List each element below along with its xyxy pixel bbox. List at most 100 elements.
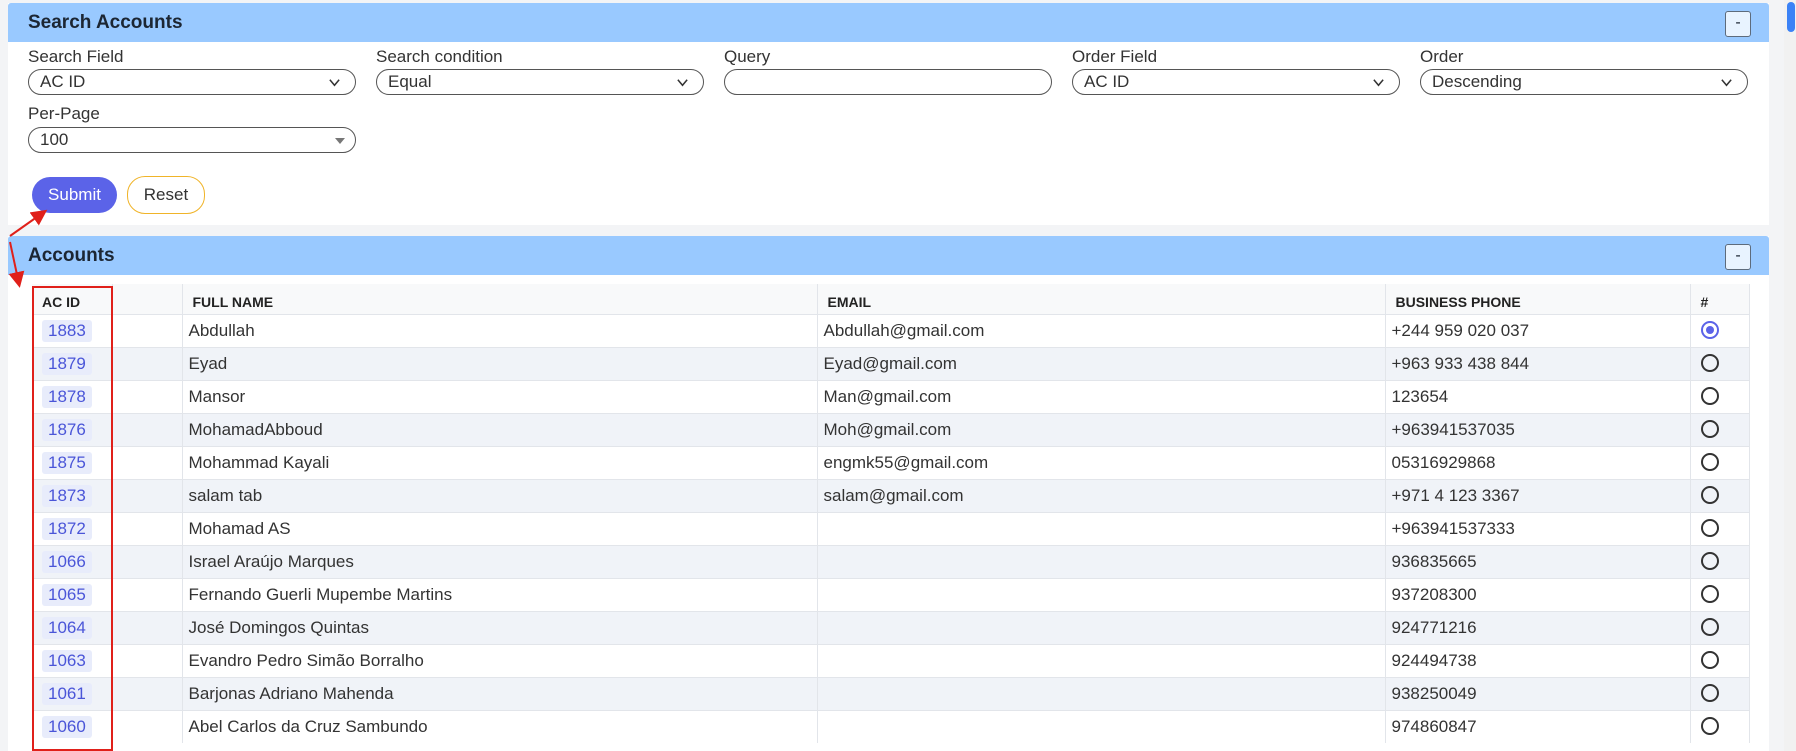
- ac-id-cell: 1060: [32, 709, 113, 743]
- ac-id-link[interactable]: 1883: [42, 319, 92, 342]
- business-phone-cell: +244 959 020 037: [1385, 313, 1691, 347]
- ac-id-link[interactable]: 1065: [42, 583, 92, 606]
- page-scrollbar[interactable]: [1784, 0, 1796, 751]
- full-name-cell: José Domingos Quintas: [182, 610, 818, 644]
- table-row[interactable]: 1872 Mohamad AS +963941537333: [32, 511, 1750, 545]
- search-field-value: AC ID: [40, 72, 86, 91]
- search-condition-select[interactable]: Equal: [376, 69, 704, 95]
- table-row[interactable]: 1061 Barjonas Adriano Mahenda 938250049: [32, 676, 1750, 710]
- row-select-radio[interactable]: [1700, 486, 1719, 504]
- row-select-radio[interactable]: [1700, 717, 1719, 736]
- table-row[interactable]: 1060 Abel Carlos da Cruz Sambundo 97486084…: [32, 709, 1750, 743]
- ac-id-cell: 1066: [32, 544, 113, 578]
- chevron-down-icon: [1373, 79, 1384, 87]
- table-row[interactable]: 1876 MohamadAbboud Moh@gmail.com +963941537…: [32, 412, 1750, 446]
- ac-id-link[interactable]: 1875: [42, 451, 92, 474]
- table-header-row: AC ID FULL NAME EMAIL BUSINESS PHONE #: [32, 284, 1750, 314]
- accounts-panel-collapse-button[interactable]: -: [1725, 244, 1751, 270]
- ac-id-link[interactable]: 1060: [42, 715, 92, 738]
- table-row[interactable]: 1064 José Domingos Quintas 924771216: [32, 610, 1750, 644]
- search-field-select[interactable]: AC ID: [28, 69, 356, 95]
- row-select-radio[interactable]: [1700, 618, 1719, 636]
- scrollbar-thumb[interactable]: [1787, 2, 1795, 32]
- order-field-select[interactable]: AC ID: [1072, 69, 1400, 95]
- business-phone-cell: 924771216: [1385, 610, 1691, 644]
- per-page-label: Per-Page: [28, 104, 100, 123]
- row-select-radio[interactable]: [1700, 585, 1719, 603]
- column-header-full-name[interactable]: FULL NAME: [182, 284, 818, 314]
- chevron-down-icon: [677, 79, 688, 87]
- table-row[interactable]: 1873 salam tab salam@gmail.com +971 4 123 3…: [32, 478, 1750, 512]
- ac-id-cell: 1061: [32, 676, 113, 710]
- reset-button[interactable]: Reset: [127, 176, 205, 214]
- ac-id-link[interactable]: 1878: [42, 385, 92, 408]
- email-cell: [817, 643, 1386, 677]
- column-header-ac-id[interactable]: AC ID: [32, 284, 113, 314]
- row-select-radio[interactable]: [1700, 420, 1719, 438]
- business-phone-cell: 974860847: [1385, 709, 1691, 743]
- blank-cell: [112, 346, 183, 380]
- row-select-radio[interactable]: [1700, 354, 1719, 372]
- table-row[interactable]: 1883 Abdullah Abdullah@gmail.com +244 959 0…: [32, 313, 1750, 347]
- table-row[interactable]: 1063 Evandro Pedro Simão Borralho 92449473…: [32, 643, 1750, 677]
- ac-id-link[interactable]: 1872: [42, 517, 92, 540]
- full-name-cell: Mansor: [182, 379, 818, 413]
- select-cell: [1690, 610, 1750, 644]
- column-header-business-phone[interactable]: BUSINESS PHONE: [1385, 284, 1691, 314]
- business-phone-cell: 05316929868: [1385, 445, 1691, 479]
- search-accounts-panel: Search Accounts - Search Field AC ID Sea…: [8, 3, 1769, 225]
- submit-button[interactable]: Submit: [32, 177, 117, 213]
- search-panel-collapse-button[interactable]: -: [1725, 11, 1751, 37]
- row-select-radio[interactable]: [1700, 519, 1719, 537]
- email-cell: [817, 544, 1386, 578]
- ac-id-cell: 1065: [32, 577, 113, 611]
- select-cell: [1690, 511, 1750, 545]
- query-input[interactable]: [724, 69, 1052, 95]
- row-select-radio[interactable]: [1700, 387, 1719, 405]
- dropdown-triangle-icon: [335, 138, 345, 144]
- row-select-radio[interactable]: [1700, 321, 1719, 339]
- table-row[interactable]: 1065 Fernando Guerli Mupembe Martins 93720…: [32, 577, 1750, 611]
- select-cell: [1690, 412, 1750, 446]
- full-name-cell: Mohammad Kayali: [182, 445, 818, 479]
- business-phone-cell: 924494738: [1385, 643, 1691, 677]
- search-condition-value: Equal: [388, 72, 432, 91]
- ac-id-link[interactable]: 1064: [42, 616, 92, 639]
- order-select[interactable]: Descending: [1420, 69, 1748, 95]
- full-name-cell: Fernando Guerli Mupembe Martins: [182, 577, 818, 611]
- ac-id-link[interactable]: 1063: [42, 649, 92, 672]
- select-cell: [1690, 445, 1750, 479]
- select-cell: [1690, 379, 1750, 413]
- ac-id-link[interactable]: 1061: [42, 682, 92, 705]
- row-select-radio[interactable]: [1700, 453, 1719, 471]
- email-cell: [817, 676, 1386, 710]
- business-phone-cell: +963 933 438 844: [1385, 346, 1691, 380]
- select-cell: [1690, 478, 1750, 512]
- blank-cell: [112, 643, 183, 677]
- ac-id-link[interactable]: 1879: [42, 352, 92, 375]
- select-cell: [1690, 676, 1750, 710]
- ac-id-link[interactable]: 1873: [42, 484, 92, 507]
- ac-id-link[interactable]: 1876: [42, 418, 92, 441]
- blank-cell: [112, 313, 183, 347]
- email-cell: [817, 610, 1386, 644]
- ac-id-link[interactable]: 1066: [42, 550, 92, 573]
- order-label: Order: [1420, 47, 1464, 66]
- table-row[interactable]: 1875 Mohammad Kayali engmk55@gmail.com 0531…: [32, 445, 1750, 479]
- ac-id-cell: 1876: [32, 412, 113, 446]
- email-cell: [817, 511, 1386, 545]
- full-name-cell: Eyad: [182, 346, 818, 380]
- column-header-email[interactable]: EMAIL: [817, 284, 1386, 314]
- chevron-down-icon: [329, 79, 340, 87]
- per-page-select[interactable]: 100: [28, 127, 356, 153]
- search-panel-header: Search Accounts -: [8, 3, 1769, 42]
- table-row[interactable]: 1878 Mansor Man@gmail.com 123654: [32, 379, 1750, 413]
- row-select-radio[interactable]: [1700, 684, 1719, 702]
- table-row[interactable]: 1066 Israel Araújo Marques 936835665: [32, 544, 1750, 578]
- row-select-radio[interactable]: [1700, 552, 1719, 570]
- row-select-radio[interactable]: [1700, 651, 1719, 669]
- blank-cell: [112, 412, 183, 446]
- accounts-table: AC ID FULL NAME EMAIL BUSINESS PHONE # 1…: [32, 284, 1750, 743]
- table-row[interactable]: 1879 Eyad Eyad@gmail.com +963 933 438 844: [32, 346, 1750, 380]
- business-phone-cell: 938250049: [1385, 676, 1691, 710]
